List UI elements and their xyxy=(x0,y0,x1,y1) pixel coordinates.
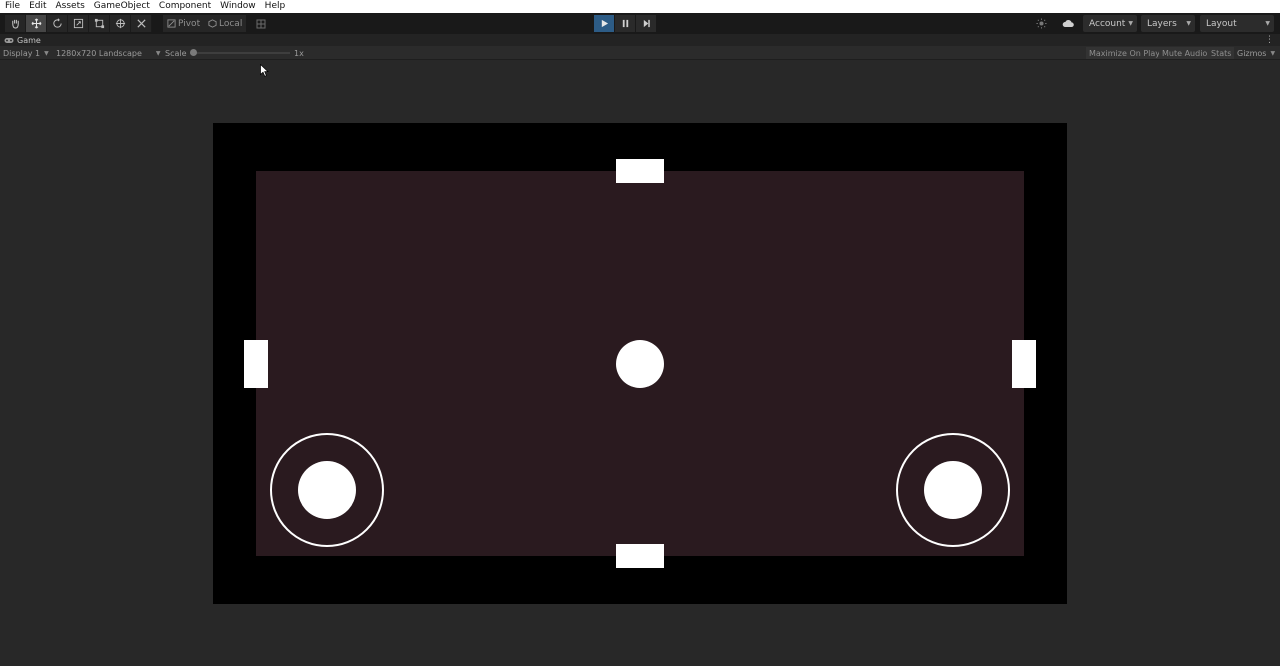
display-label: Display 1 xyxy=(3,48,41,58)
rect-tool-button[interactable] xyxy=(89,15,110,32)
play-button[interactable] xyxy=(594,15,614,32)
scale-tool-button[interactable] xyxy=(68,15,89,32)
local-toggle-button[interactable]: Local xyxy=(204,15,247,32)
layout-dropdown[interactable]: Layout ▼ xyxy=(1200,15,1274,32)
main-toolbar: Pivot Local Account ▼ Layers ▼ Layout ▼ xyxy=(0,13,1280,34)
layout-label: Layout xyxy=(1206,18,1237,29)
tab-game-label: Game xyxy=(17,35,41,45)
gizmos-label: Gizmos xyxy=(1237,48,1267,58)
move-tool-icon xyxy=(31,18,41,29)
chevron-down-icon: ▼ xyxy=(1186,20,1191,27)
move-tool-button[interactable] xyxy=(26,15,47,32)
account-label: Account xyxy=(1089,18,1126,29)
gamepad-icon xyxy=(4,37,14,43)
custom-tool-button[interactable] xyxy=(131,15,152,32)
scale-value: 1x xyxy=(294,48,304,58)
grid-snap-button[interactable] xyxy=(251,15,271,32)
menu-help[interactable]: Help xyxy=(265,0,286,13)
local-icon xyxy=(208,19,217,28)
scale-label: Scale xyxy=(165,48,187,58)
playmode-controls xyxy=(594,15,657,32)
pivot-label: Pivot xyxy=(178,18,201,29)
chevron-down-icon: ▼ xyxy=(44,49,49,57)
step-icon xyxy=(643,19,650,28)
game-viewport[interactable] xyxy=(213,123,1067,604)
resolution-dropdown[interactable]: 1280x720 Landscape ▼ xyxy=(56,46,161,60)
menu-bar: File Edit Assets GameObject Component Wi… xyxy=(0,0,1280,13)
pivot-icon xyxy=(167,19,176,28)
right-goal xyxy=(1012,340,1036,388)
mouse-cursor-icon xyxy=(260,64,269,77)
scale-slider-track[interactable] xyxy=(190,52,290,54)
gizmos-dropdown[interactable]: Gizmos ▼ xyxy=(1237,46,1275,60)
top-goal xyxy=(616,159,664,183)
layers-label: Layers xyxy=(1147,18,1177,29)
custom-tool-icon xyxy=(136,19,146,28)
scale-slider-handle[interactable] xyxy=(190,49,197,56)
account-dropdown[interactable]: Account ▼ xyxy=(1083,15,1137,32)
stats-toggle[interactable]: Stats xyxy=(1208,47,1235,59)
local-label: Local xyxy=(219,18,243,29)
menu-assets[interactable]: Assets xyxy=(56,0,85,13)
cloud-button[interactable] xyxy=(1058,15,1078,32)
left-goal xyxy=(244,340,268,388)
hand-tool-button[interactable] xyxy=(5,15,26,32)
pause-button[interactable] xyxy=(615,15,635,32)
tab-game[interactable]: Game xyxy=(4,34,41,46)
step-button[interactable] xyxy=(636,15,656,32)
menu-gameobject[interactable]: GameObject xyxy=(94,0,150,13)
layers-dropdown[interactable]: Layers ▼ xyxy=(1141,15,1195,32)
game-view-controls: Display 1 ▼ 1280x720 Landscape ▼ Scale 1… xyxy=(0,46,1280,60)
pause-icon xyxy=(622,19,628,28)
bottom-goal xyxy=(616,544,664,568)
transform-tool-button[interactable] xyxy=(110,15,131,32)
tab-strip: Game ⋮ xyxy=(0,34,1280,46)
rotate-tool-icon xyxy=(52,18,62,28)
pivot-toggle-button[interactable]: Pivot xyxy=(163,15,205,32)
maximize-on-play-toggle[interactable]: Maximize On Play xyxy=(1086,47,1164,59)
scale-tool-icon xyxy=(73,18,83,29)
transform-tool-icon xyxy=(115,18,125,29)
sun-icon xyxy=(1035,18,1047,29)
chevron-down-icon: ▼ xyxy=(1128,20,1133,27)
chevron-down-icon: ▼ xyxy=(155,49,161,57)
hand-tool-icon xyxy=(11,19,19,29)
transform-tools xyxy=(5,15,152,32)
resolution-label: 1280x720 Landscape xyxy=(56,48,142,58)
grid-snap-icon xyxy=(256,19,266,28)
lighting-button[interactable] xyxy=(1031,15,1051,32)
rect-tool-icon xyxy=(94,18,104,29)
display-dropdown[interactable]: Display 1 ▼ xyxy=(3,46,49,60)
play-icon xyxy=(601,19,608,28)
menu-edit[interactable]: Edit xyxy=(29,0,46,13)
game-view[interactable] xyxy=(0,61,1280,666)
cloud-icon xyxy=(1062,19,1074,27)
center-ball xyxy=(616,340,664,388)
menu-window[interactable]: Window xyxy=(220,0,256,13)
chevron-down-icon: ▼ xyxy=(1265,20,1270,27)
mute-audio-toggle[interactable]: Mute Audio xyxy=(1159,47,1211,59)
right-joystick-knob[interactable] xyxy=(924,461,982,519)
left-joystick-knob[interactable] xyxy=(298,461,356,519)
menu-file[interactable]: File xyxy=(5,0,20,13)
tab-menu-icon[interactable]: ⋮ xyxy=(1265,35,1274,45)
menu-component[interactable]: Component xyxy=(159,0,211,13)
rotate-tool-button[interactable] xyxy=(47,15,68,32)
chevron-down-icon: ▼ xyxy=(1270,49,1276,57)
